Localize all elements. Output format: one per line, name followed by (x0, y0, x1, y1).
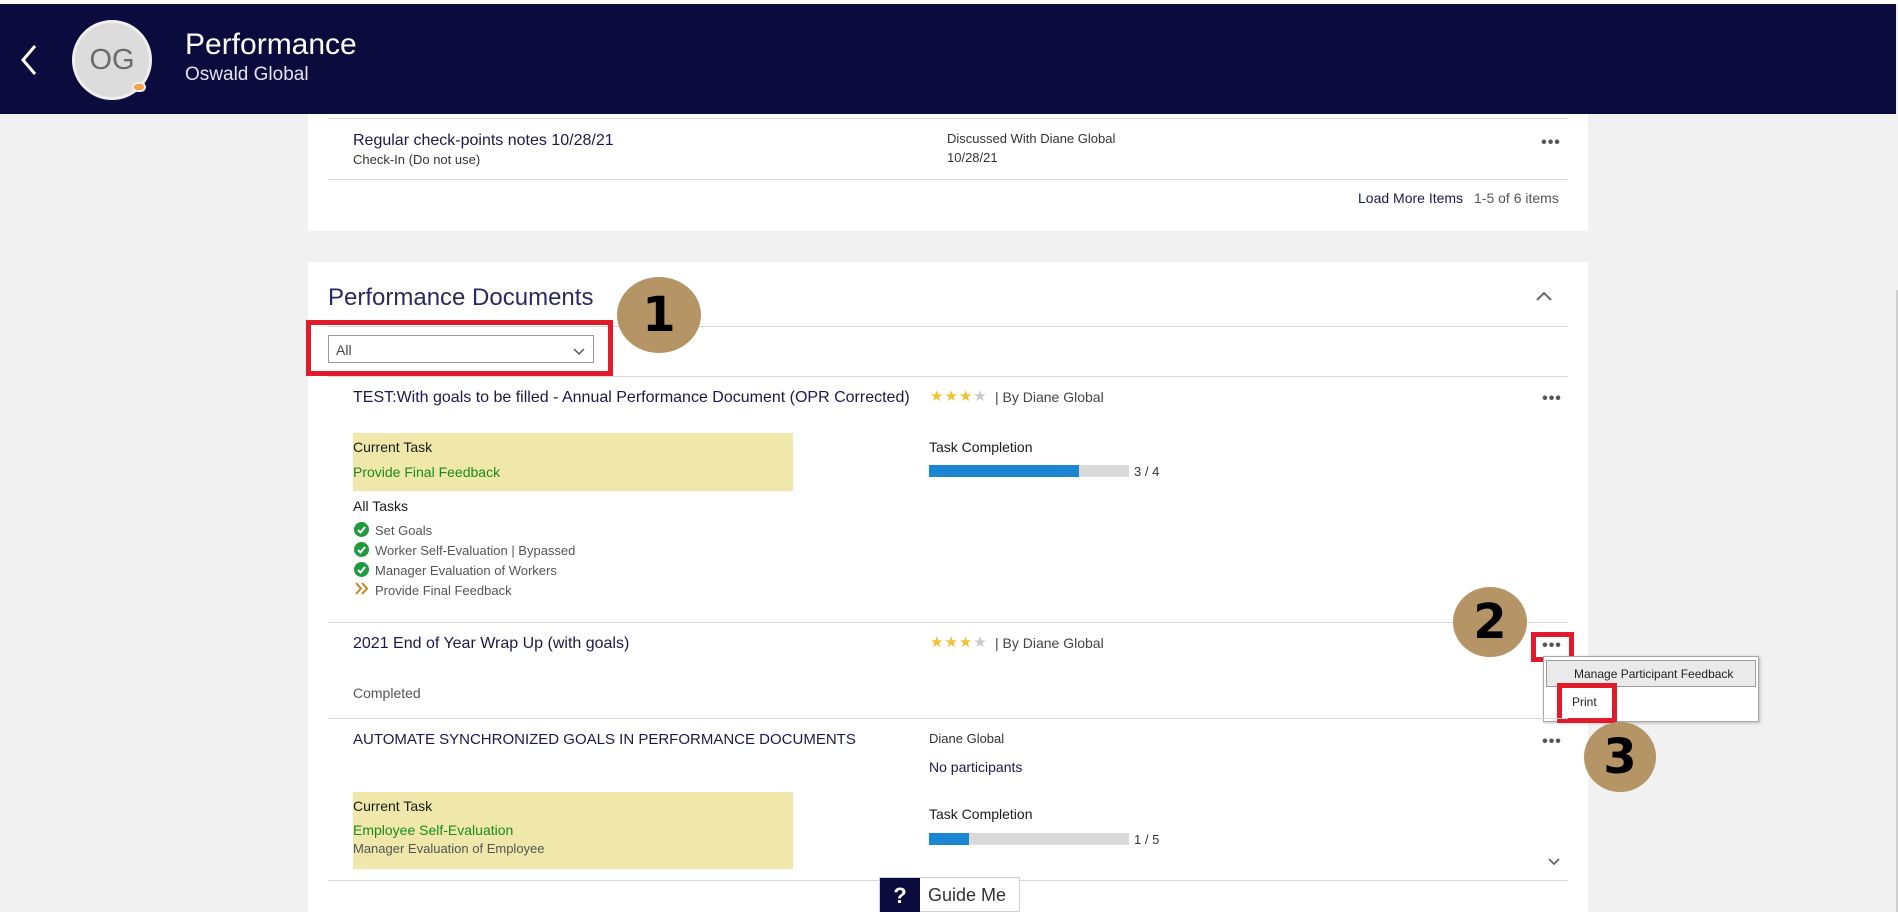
check-circle-icon (354, 522, 369, 537)
star-icon: ★ (944, 388, 959, 405)
avatar-status-indicator (132, 82, 146, 92)
document-actions-icon[interactable]: ••• (1541, 391, 1563, 410)
star-icon: ★ (930, 634, 945, 651)
section-title: Performance Documents (328, 284, 594, 311)
star-icon: ★ (973, 388, 988, 405)
chevron-up-icon[interactable] (1534, 288, 1554, 304)
current-task-label: Current Task (353, 798, 433, 814)
document-author: | By Diane Global (995, 389, 1104, 405)
all-tasks-label: All Tasks (353, 498, 408, 514)
help-icon: ? (880, 878, 920, 912)
guide-me-label: Guide Me (928, 885, 1007, 905)
current-task-label: Current Task (353, 439, 433, 455)
items-count: 1-5 of 6 items (1474, 190, 1559, 206)
current-task-link[interactable]: Provide Final Feedback (353, 464, 500, 480)
document-status: Completed (353, 685, 421, 701)
highlight-print-box (1557, 683, 1617, 723)
checkin-title[interactable]: Regular check-points notes 10/28/21 (353, 132, 614, 150)
person-name: Oswald Global (185, 64, 309, 85)
task-item: Provide Final Feedback (375, 583, 512, 598)
page-header: OG Performance Oswald Global (0, 4, 1896, 114)
task-item: Manager Evaluation of Workers (375, 563, 557, 578)
document-actions-icon[interactable]: ••• (1541, 734, 1563, 753)
document-author: | By Diane Global (995, 635, 1104, 651)
divider (328, 718, 1568, 719)
task-item: Worker Self-Evaluation | Bypassed (375, 543, 576, 558)
star-icon: ★ (973, 634, 988, 651)
page-title: Performance (185, 28, 357, 61)
participants-text: No participants (929, 759, 1023, 775)
current-task-link[interactable]: Employee Self-Evaluation (353, 822, 513, 838)
secondary-task: Manager Evaluation of Employee (353, 841, 545, 856)
avatar-initials: OG (89, 43, 135, 76)
rating-stars: ★★★★ (930, 633, 988, 651)
callout-badge-2: 2 (1453, 587, 1527, 657)
checkin-discussed-with: Discussed With Diane Global (947, 131, 1116, 146)
task-progress-bar (929, 465, 1129, 477)
checkin-actions-icon[interactable]: ••• (1540, 135, 1562, 154)
task-progress-bar (929, 833, 1129, 845)
task-item: Set Goals (375, 523, 433, 538)
highlight-filter-box (306, 320, 613, 376)
document-title[interactable]: 2021 End of Year Wrap Up (with goals) (353, 635, 629, 653)
divider (328, 376, 1568, 377)
double-chevron-right-icon (354, 581, 370, 601)
callout-badge-3: 3 (1584, 722, 1656, 792)
task-completion-label: Task Completion (929, 439, 1033, 455)
star-icon: ★ (930, 388, 945, 405)
star-icon: ★ (958, 634, 974, 651)
document-title[interactable]: TEST:With goals to be filled - Annual Pe… (353, 389, 910, 407)
check-circle-icon (354, 562, 369, 577)
document-title[interactable]: AUTOMATE SYNCHRONIZED GOALS IN PERFORMAN… (353, 731, 856, 748)
task-progress-text: 3 / 4 (1134, 464, 1160, 479)
check-circle-icon (354, 542, 369, 557)
task-completion-label: Task Completion (929, 806, 1033, 822)
guide-me-button[interactable]: ? Guide Me (879, 877, 1020, 912)
task-progress-fill (929, 833, 969, 845)
checkin-date: 10/28/21 (947, 150, 998, 165)
divider (328, 179, 1568, 180)
star-icon: ★ (944, 634, 959, 651)
checkin-type: Check-In (Do not use) (353, 152, 481, 167)
divider (328, 118, 1568, 119)
chevron-down-icon[interactable] (1546, 855, 1562, 873)
star-icon: ★ (958, 388, 974, 405)
divider (328, 622, 1568, 623)
checkins-card: Regular check-points notes 10/28/21 Chec… (308, 114, 1588, 231)
load-more-link[interactable]: Load More Items (1358, 190, 1463, 206)
back-arrow-icon[interactable] (18, 42, 42, 78)
task-progress-text: 1 / 5 (1134, 832, 1160, 847)
rating-stars: ★★★★ (930, 387, 988, 405)
callout-badge-1: 1 (617, 277, 701, 353)
document-owner: Diane Global (929, 731, 1005, 746)
task-progress-fill (929, 465, 1079, 477)
